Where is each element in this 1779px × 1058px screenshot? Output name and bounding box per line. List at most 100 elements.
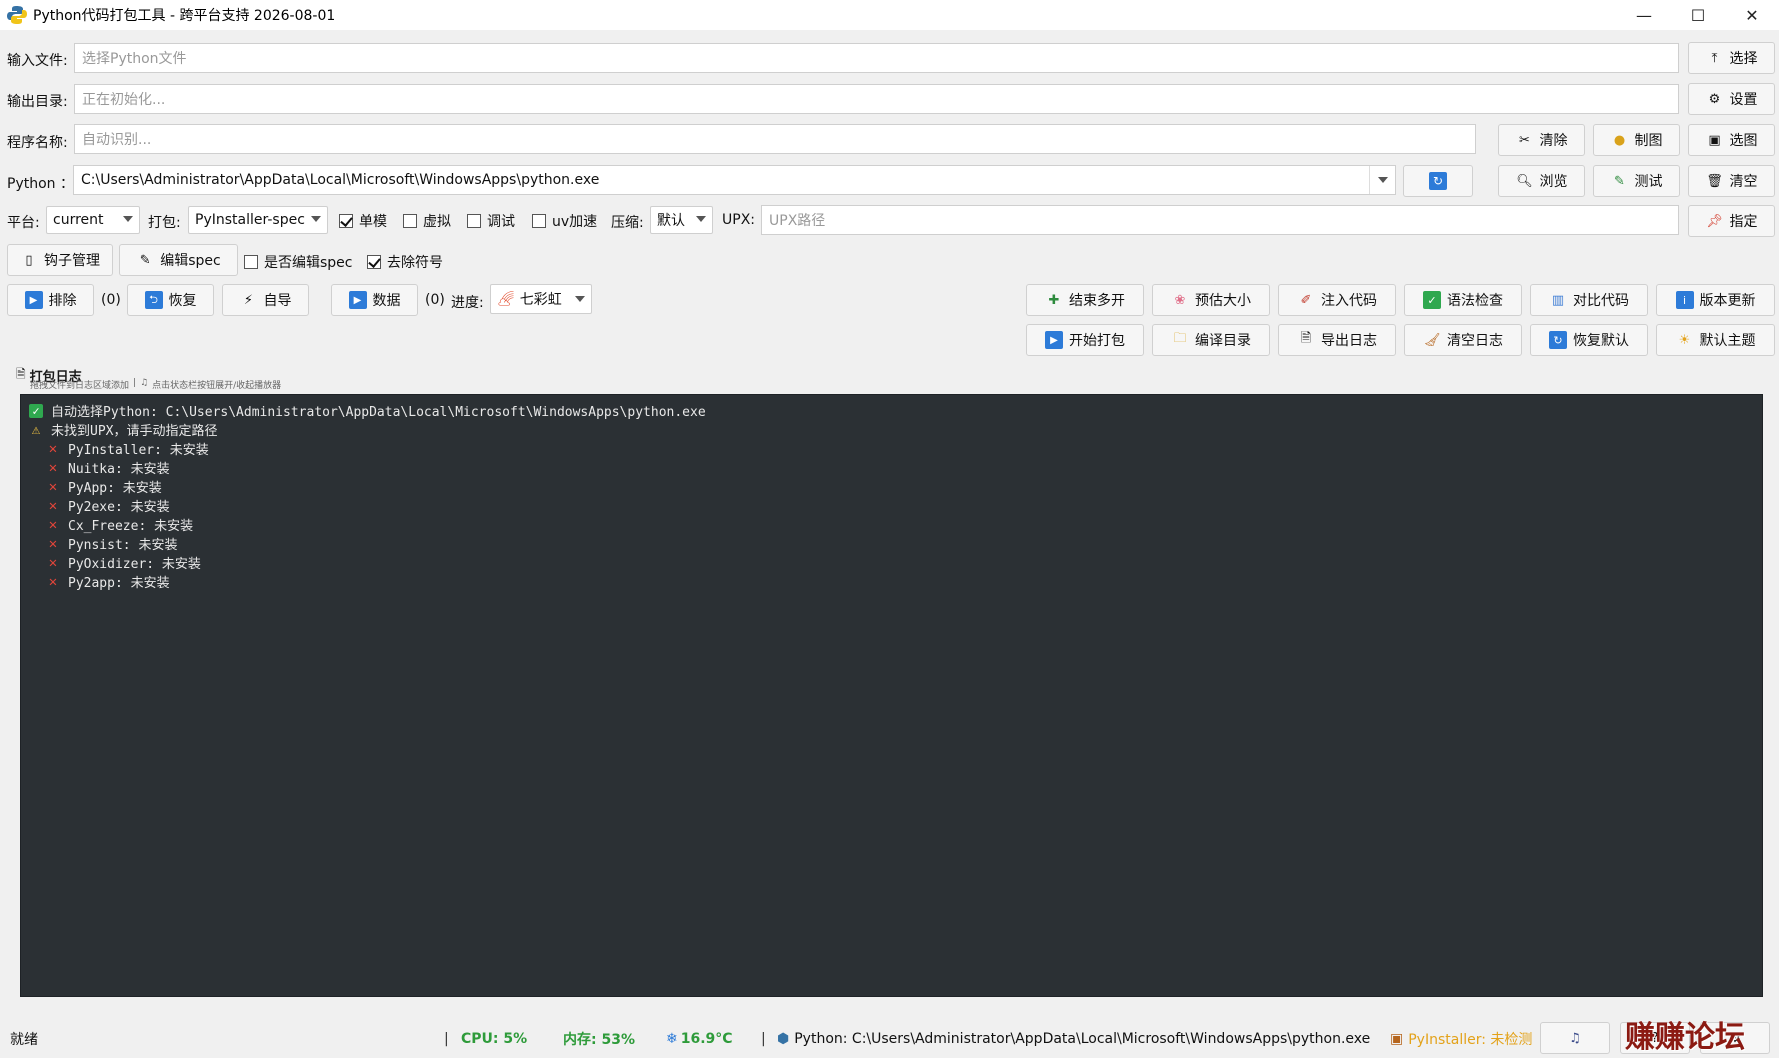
refresh-python-button[interactable]: ↻ <box>1403 165 1473 197</box>
program-name-label: 程序名称: <box>7 135 68 151</box>
status-ready: 就绪 <box>10 1032 38 1048</box>
maximize-button[interactable]: ☐ <box>1671 0 1725 30</box>
end-multi-instance-button[interactable]: ✚ 结束多开 <box>1026 284 1144 316</box>
browse-python-button[interactable]: 🔍︎ 浏览 <box>1498 165 1585 197</box>
start-pack-button[interactable]: ▶ 开始打包 <box>1026 324 1144 356</box>
clear-name-button[interactable]: ✂ 清除 <box>1498 124 1585 156</box>
log-line-text: Pynsist: 未安装 <box>68 538 178 553</box>
log-line: ✕ Py2app: 未安装 <box>29 572 1754 592</box>
music-player-button[interactable]: ♫ <box>1540 1022 1610 1054</box>
output-dir-field[interactable]: 正在初始化... <box>74 84 1679 114</box>
log-hints: 拖拽文件到日志区域添加 | ♫ 点击状态栏按钮展开/收起播放器 <box>30 378 282 391</box>
python-logo-icon <box>7 5 27 25</box>
export-log-button[interactable]: 🗎︎ 导出日志 <box>1278 324 1396 356</box>
checkbox-checked <box>367 255 381 269</box>
log-line: ✕ PyApp: 未安装 <box>29 477 1754 497</box>
syntax-check-button[interactable]: ✓ 语法检查 <box>1404 284 1522 316</box>
sun-icon: ☀ <box>1678 332 1691 348</box>
status-bar: 就绪 | CPU: 5% 内存: 53% ❄ 16.9°C | ⬢ Python: … <box>0 1020 1779 1058</box>
version-update-button[interactable]: i 版本更新 <box>1656 284 1775 316</box>
minimize-button[interactable]: — <box>1617 0 1671 30</box>
syringe-icon: ✐ <box>1300 292 1312 308</box>
pick-icon-button[interactable]: ▣ 选图 <box>1688 124 1775 156</box>
error-x-icon: ✕ <box>48 535 58 552</box>
upx-label: UPX: <box>722 212 755 228</box>
empty-python-button[interactable]: 🗑︎ 清空 <box>1688 165 1775 197</box>
pencil-icon: ✎ <box>139 252 151 268</box>
check-icon: ✓ <box>1423 291 1441 309</box>
package-icon: ▣ <box>1390 1031 1404 1047</box>
input-file-label: 输入文件: <box>7 53 68 69</box>
search-icon: 🔍︎ <box>1516 173 1533 189</box>
virtual-env-checkbox[interactable]: 虚拟 <box>403 211 451 231</box>
palette-icon: ● <box>1613 132 1626 148</box>
title-bar: Python代码打包工具 - 跨平台支持 2026-08-01 — ☐ ✕ <box>0 0 1779 30</box>
edit-spec-button[interactable]: ✎ 编辑spec <box>119 244 238 276</box>
log-output-panel[interactable]: ✓ 自动选择Python: C:\Users\Administrator\AppD… <box>20 394 1763 997</box>
python-path-combo[interactable]: C:\Users\Administrator\AppData\Local\Mic… <box>73 165 1396 195</box>
python-label: Python ： <box>7 176 74 192</box>
snowflake-icon: ❄ <box>666 1031 678 1047</box>
data-button[interactable]: ▶ 数据 <box>331 284 418 316</box>
debug-checkbox[interactable]: 调试 <box>467 211 515 231</box>
restore-icon: ⮌ <box>144 291 163 309</box>
progress-style-select[interactable]: 🌈︎ 七彩虹 <box>490 284 592 314</box>
pyinstaller-status: ▣ PyInstaller: 未检测 <box>1390 1031 1533 1048</box>
drag-hint: 拖拽文件到日志区域添加 <box>30 381 130 391</box>
strip-symbols-checkbox[interactable]: 去除符号 <box>367 252 443 272</box>
select-file-button[interactable]: ⤒ 选择 <box>1688 42 1775 74</box>
test-python-button[interactable]: ✎ 测试 <box>1593 165 1680 197</box>
assign-upx-button[interactable]: 📌︎ 指定 <box>1688 205 1775 237</box>
brain-icon: ❀ <box>1174 292 1186 308</box>
plug-icon: ✚ <box>1048 292 1060 308</box>
input-file-field[interactable]: 选择Python文件 <box>74 43 1679 73</box>
play-icon: ▶ <box>348 291 367 309</box>
warning-icon: ⚠ <box>31 421 41 438</box>
image-icon: ▣ <box>1708 132 1721 148</box>
chevron-down-icon[interactable] <box>1369 166 1395 194</box>
output-settings-button[interactable]: ⚙ 设置 <box>1688 83 1775 115</box>
log-line: ✕ Pynsist: 未安装 <box>29 534 1754 554</box>
error-x-icon: ✕ <box>48 440 58 457</box>
single-file-checkbox[interactable]: 单模 <box>339 211 387 231</box>
log-file-icon: 🗎︎ <box>16 367 26 381</box>
draw-icon-button[interactable]: ● 制图 <box>1593 124 1680 156</box>
error-x-icon: ✕ <box>48 516 58 533</box>
close-button[interactable]: ✕ <box>1725 0 1779 30</box>
refresh-icon: ↻ <box>1549 331 1567 349</box>
exclude-count: (0) <box>101 292 121 308</box>
platform-select[interactable]: current <box>46 206 140 234</box>
platform-label: 平台: <box>7 215 40 231</box>
auto-import-button[interactable]: ⚡︎ 自导 <box>222 284 309 316</box>
inject-code-button[interactable]: ✐ 注入代码 <box>1278 284 1396 316</box>
compile-dir-button[interactable]: 🗀︎ 编译目录 <box>1152 324 1270 356</box>
restore-button[interactable]: ⮌ 恢复 <box>127 284 214 316</box>
estimate-size-button[interactable]: ❀ 预估大小 <box>1152 284 1270 316</box>
reset-default-button[interactable]: ↻ 恢复默认 <box>1530 324 1648 356</box>
log-line: ✓ 自动选择Python: C:\Users\Administrator\AppD… <box>29 401 1754 420</box>
python-path-value: C:\Users\Administrator\AppData\Local\Mic… <box>81 172 600 188</box>
chevron-down-icon <box>575 296 585 302</box>
edit-spec-checkbox[interactable]: 是否编辑spec <box>244 252 353 272</box>
chevron-down-icon <box>123 216 133 222</box>
default-theme-button[interactable]: ☀ 默认主题 <box>1656 324 1775 356</box>
python-logo-icon: ⬢ <box>777 1031 790 1047</box>
pack-tool-select[interactable]: PyInstaller-spec <box>188 206 328 234</box>
hook-manager-button[interactable]: ▯ 钩子管理 <box>7 244 113 276</box>
compare-code-button[interactable]: ▥ 对比代码 <box>1530 284 1648 316</box>
clear-log-button[interactable]: 🧹︎ 清空日志 <box>1404 324 1522 356</box>
upx-path-field[interactable]: UPX路径 <box>761 205 1679 235</box>
exclude-button[interactable]: ▶ 排除 <box>7 284 94 316</box>
lightning-icon: ⚡︎ <box>243 292 254 308</box>
bar-chart-icon: ▥ <box>1551 292 1565 308</box>
uv-accelerate-checkbox[interactable]: uv加速 <box>532 211 597 231</box>
pin-icon: 📌︎ <box>1706 213 1723 229</box>
error-x-icon: ✕ <box>48 573 58 590</box>
compress-select[interactable]: 默认 <box>650 206 713 234</box>
log-line-text: PyApp: 未安装 <box>68 481 162 496</box>
progress-label: 进度: <box>451 295 484 311</box>
error-x-icon: ✕ <box>48 478 58 495</box>
program-name-field[interactable]: 自动识别... <box>74 124 1476 154</box>
rainbow-icon: 🌈︎ <box>497 291 515 307</box>
broom-icon: 🧹︎ <box>1423 332 1441 348</box>
